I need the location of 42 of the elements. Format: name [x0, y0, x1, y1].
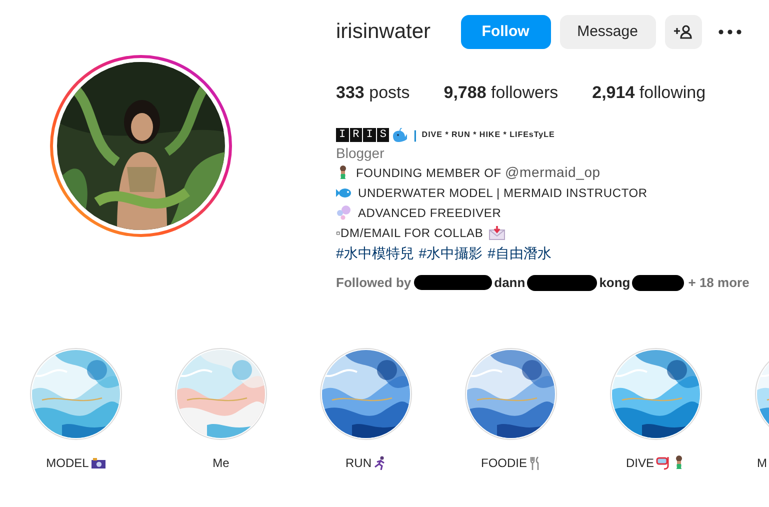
bio-line: UNDERWATER MODEL | MERMAID INSTRUCTOR: [358, 184, 648, 202]
highlight-label: Me: [212, 454, 230, 472]
hashtag-link[interactable]: #水中攝影: [418, 242, 483, 262]
runner-icon: [374, 456, 386, 470]
highlight-label: RUN: [346, 454, 372, 472]
bubbles-icon: [336, 205, 352, 220]
followed-by-label: Followed by: [336, 274, 412, 292]
highlight-label: M: [757, 454, 767, 472]
divider-text: |: [413, 126, 417, 144]
highlight-label: MODEL: [46, 454, 89, 472]
category-label: Blogger: [336, 144, 386, 162]
tagline: DIVE * RUN * HIKE * LIFEsTyLE: [422, 128, 555, 141]
bio-line: FOUNDING MEMBER OF @mermaid_op: [356, 163, 600, 182]
follower-name[interactable]: dann: [494, 272, 526, 292]
add-person-button[interactable]: [664, 15, 702, 49]
highlight-label: DIVE: [626, 454, 654, 472]
fish-icon: [336, 186, 352, 198]
diving-mask-icon: [656, 456, 670, 470]
message-button[interactable]: Message: [560, 15, 656, 49]
highlight-label: FOODIE: [480, 454, 527, 472]
redaction-mark: [632, 274, 684, 290]
bio-line: ▫DM/EMAIL FOR COLLAB: [336, 224, 484, 242]
more-followers-text[interactable]: + 18 more: [688, 272, 750, 292]
logo-letter: R: [350, 128, 362, 142]
add-person-icon: [674, 25, 692, 39]
profile-stat[interactable]: 2,914 following: [592, 80, 706, 106]
hashtag-link[interactable]: #水中模特兒: [336, 242, 414, 262]
logo-letter: I: [363, 128, 376, 142]
camera-icon: [90, 456, 106, 468]
username: irisinwater: [336, 19, 431, 46]
bio-line: ADVANCED FREEDIVER: [358, 204, 502, 222]
logo-letter: I: [336, 128, 349, 142]
hashtag-link[interactable]: #自由潛水: [488, 242, 552, 262]
whale-icon: [392, 128, 408, 142]
more-options-icon: [718, 29, 742, 35]
profile-stat: 333 posts: [336, 82, 410, 104]
logo-letter: S: [376, 128, 390, 142]
profile-stat[interactable]: 9,788 followers: [444, 80, 558, 106]
redaction-mark: [527, 274, 598, 290]
envelope-icon: [489, 226, 506, 240]
fork-and-knife-icon: [529, 456, 541, 470]
follower-name[interactable]: kong: [599, 272, 630, 292]
